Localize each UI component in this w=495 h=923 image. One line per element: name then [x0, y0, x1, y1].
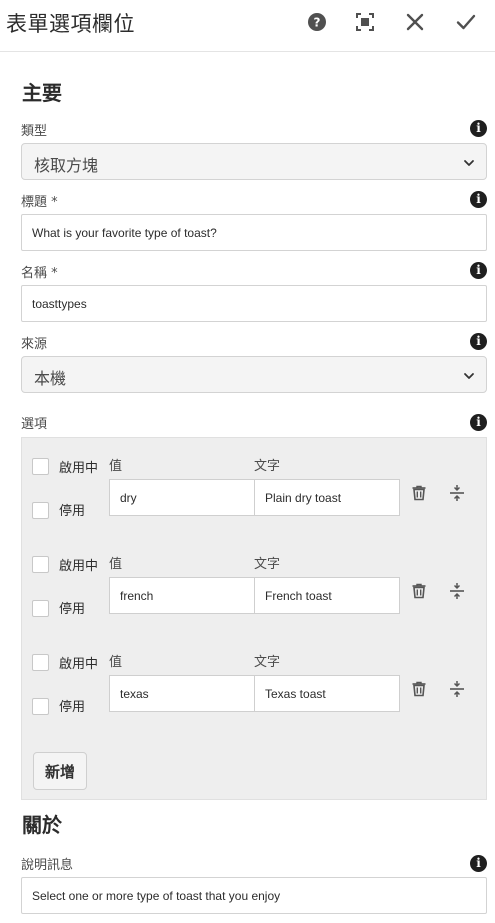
- title-input[interactable]: [32, 215, 472, 250]
- disabled-label: 停用: [59, 504, 86, 519]
- description-input[interactable]: [32, 878, 472, 913]
- value-column-label: 值: [109, 459, 123, 474]
- fullscreen-icon[interactable]: [353, 10, 377, 34]
- description-field[interactable]: [21, 877, 487, 914]
- section-title-main: 主要: [22, 81, 62, 105]
- description-label: 說明訊息: [21, 858, 74, 873]
- text-column-label: 文字: [254, 557, 281, 572]
- options-label: 選項: [21, 417, 48, 432]
- source-label: 來源: [21, 337, 48, 352]
- reorder-drag-icon[interactable]: [448, 582, 466, 600]
- enabled-checkbox[interactable]: [32, 654, 49, 671]
- info-icon[interactable]: i: [470, 414, 487, 431]
- enabled-checkbox[interactable]: [32, 458, 49, 475]
- close-icon[interactable]: [403, 10, 427, 34]
- enabled-label: 啟用中: [59, 461, 99, 476]
- option-value-field[interactable]: [109, 577, 255, 614]
- option-value-field[interactable]: [109, 675, 255, 712]
- delete-trash-icon[interactable]: [410, 484, 428, 502]
- title-field[interactable]: [21, 214, 487, 251]
- title-label: 標題 *: [21, 195, 58, 210]
- chevron-down-icon: [464, 160, 474, 166]
- info-icon[interactable]: i: [470, 191, 487, 208]
- option-value-input[interactable]: [120, 480, 245, 515]
- option-text-input[interactable]: [265, 578, 390, 613]
- info-icon[interactable]: i: [470, 333, 487, 350]
- chevron-down-icon: [464, 373, 474, 379]
- info-icon[interactable]: i: [470, 120, 487, 137]
- name-input[interactable]: [32, 286, 472, 321]
- reorder-drag-icon[interactable]: [448, 484, 466, 502]
- option-text-field[interactable]: [254, 675, 400, 712]
- type-label: 類型: [21, 124, 48, 139]
- value-column-label: 值: [109, 655, 123, 670]
- option-text-input[interactable]: [265, 480, 390, 515]
- disabled-checkbox[interactable]: [32, 600, 49, 617]
- delete-trash-icon[interactable]: [410, 582, 428, 600]
- name-field[interactable]: [21, 285, 487, 322]
- info-icon[interactable]: i: [470, 855, 487, 872]
- text-column-label: 文字: [254, 459, 281, 474]
- delete-trash-icon[interactable]: [410, 680, 428, 698]
- dialog-header: 表單選項欄位 ?: [0, 0, 495, 52]
- type-select[interactable]: 核取方塊: [21, 143, 487, 180]
- type-select-value: 核取方塊: [34, 156, 99, 175]
- info-icon[interactable]: i: [470, 262, 487, 279]
- disabled-label: 停用: [59, 602, 86, 617]
- name-label: 名稱 *: [21, 266, 58, 281]
- section-title-about: 關於: [22, 813, 62, 837]
- help-icon[interactable]: ?: [305, 10, 329, 34]
- reorder-drag-icon[interactable]: [448, 680, 466, 698]
- option-value-input[interactable]: [120, 578, 245, 613]
- enabled-checkbox[interactable]: [32, 556, 49, 573]
- svg-text:?: ?: [314, 16, 321, 30]
- option-text-input[interactable]: [265, 676, 390, 711]
- enabled-label: 啟用中: [59, 559, 99, 574]
- source-select-value: 本機: [34, 369, 67, 388]
- enabled-label: 啟用中: [59, 657, 99, 672]
- value-column-label: 值: [109, 557, 123, 572]
- disabled-checkbox[interactable]: [32, 502, 49, 519]
- option-value-field[interactable]: [109, 479, 255, 516]
- option-text-field[interactable]: [254, 479, 400, 516]
- dialog-title: 表單選項欄位: [6, 12, 135, 36]
- text-column-label: 文字: [254, 655, 281, 670]
- option-value-input[interactable]: [120, 676, 245, 711]
- disabled-checkbox[interactable]: [32, 698, 49, 715]
- source-select[interactable]: 本機: [21, 356, 487, 393]
- option-text-field[interactable]: [254, 577, 400, 614]
- done-checkmark-icon[interactable]: [454, 10, 478, 34]
- add-option-button[interactable]: 新增: [33, 752, 87, 790]
- disabled-label: 停用: [59, 700, 86, 715]
